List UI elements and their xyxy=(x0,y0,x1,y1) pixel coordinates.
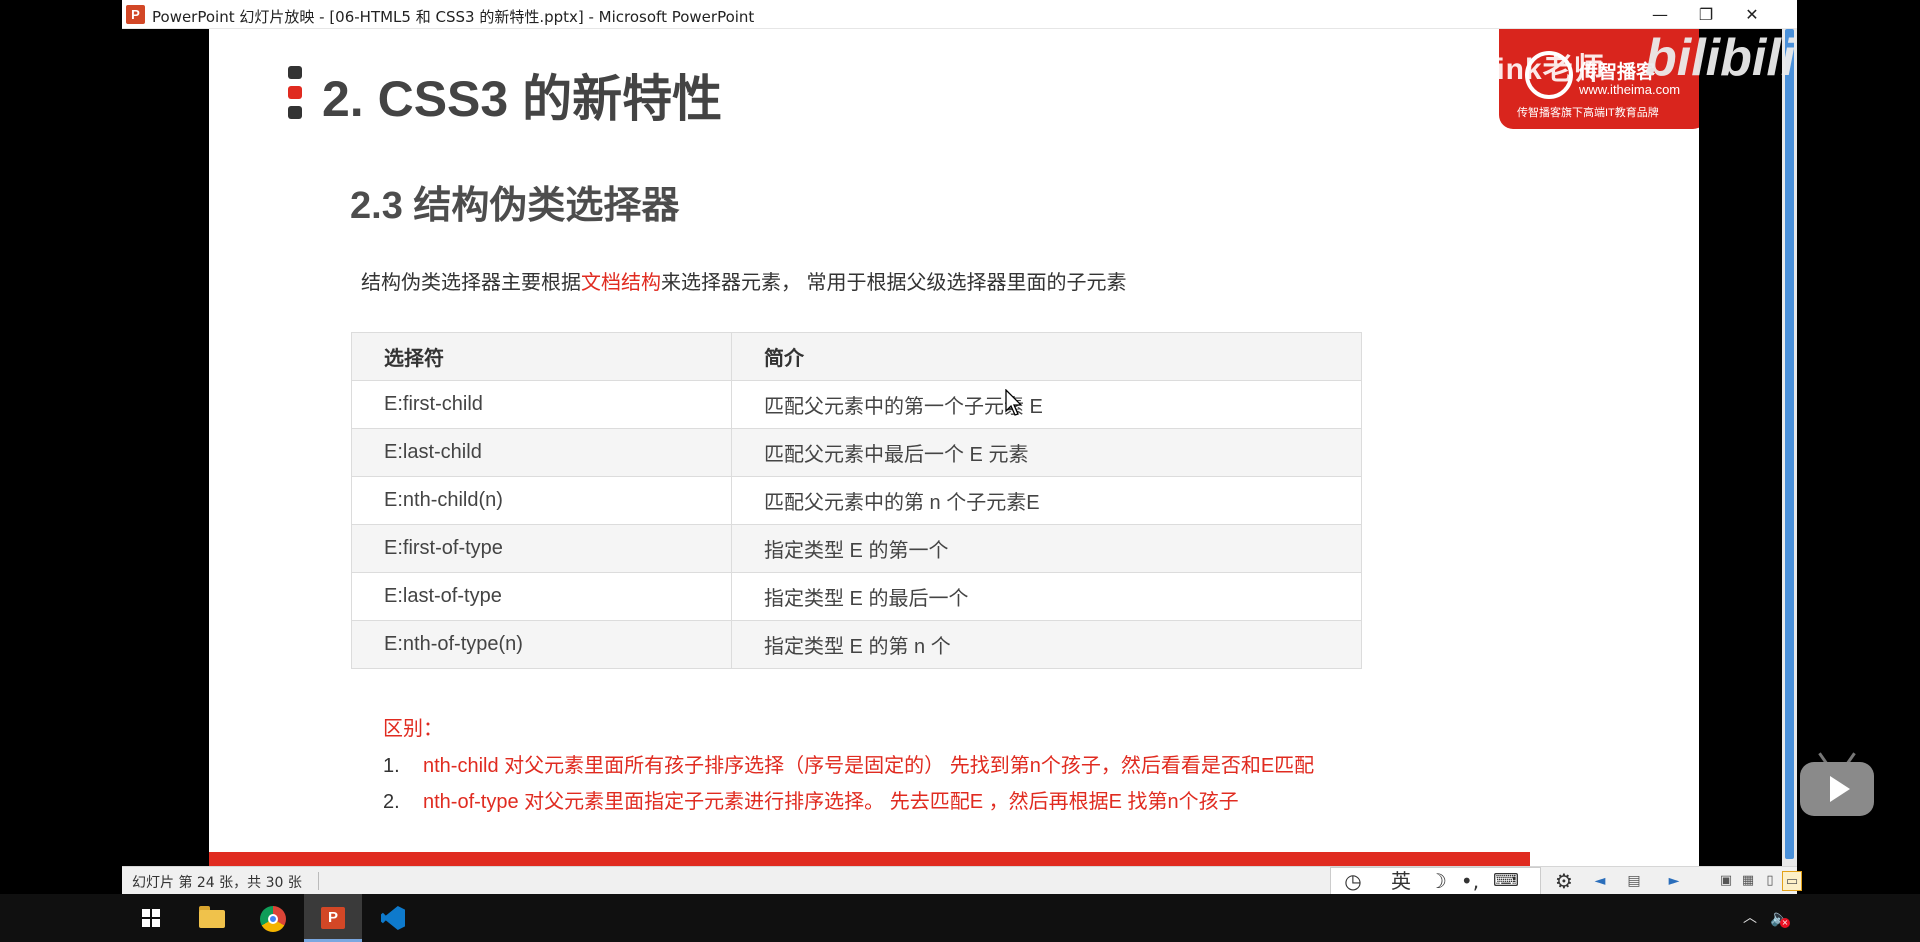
volume-icon[interactable]: 🔈 × xyxy=(1768,906,1792,930)
table-cell-selector: E:nth-of-type(n) xyxy=(351,620,732,669)
ime-toolbar: ◷ 英 ☽ •, ⌨ ⚙ xyxy=(1330,867,1573,895)
intro-text-highlight: 文档结构 xyxy=(581,272,661,294)
table-row: E:first-child 匹配父元素中的第一个子元素 E xyxy=(351,380,1362,429)
taskbar-vscode[interactable] xyxy=(364,894,422,942)
table-cell-description: 匹配父元素中的第一个子元素 E xyxy=(731,380,1362,429)
difference-item-text: nth-child 对父元素里面所有孩子排序选择（序号是固定的） 先找到第n个孩… xyxy=(423,755,1315,777)
intro-text: 结构伪类选择器主要根据文档结构来选择器元素， 常用于根据父级选择器里面的子元素 xyxy=(361,266,1127,295)
status-bar: 幻灯片 第 24 张，共 30 张 ◷ 英 ☽ •, ⌨ ⚙ ◄ ▤ ► ▣ ▦… xyxy=(122,866,1802,895)
previous-slide-button[interactable]: ◄ xyxy=(1588,871,1612,891)
table-header-row: 选择符 简介 xyxy=(351,332,1362,381)
powerpoint-app-icon[interactable]: P xyxy=(126,5,145,24)
scrollbar-thumb[interactable] xyxy=(1785,29,1794,859)
ime-language-toggle[interactable]: 英 xyxy=(1387,870,1415,892)
ime-keyboard-icon[interactable]: ⌨ xyxy=(1491,870,1521,892)
next-slide-button[interactable]: ► xyxy=(1662,871,1686,891)
reading-view-button[interactable]: ▯ xyxy=(1760,871,1780,891)
table-cell-description: 指定类型 E 的最后一个 xyxy=(731,572,1362,621)
powerpoint-icon: P xyxy=(321,907,345,929)
table-row: E:nth-of-type(n) 指定类型 E 的第 n 个 xyxy=(351,620,1362,669)
minimize-button[interactable]: — xyxy=(1637,0,1683,29)
vertical-scrollbar[interactable] xyxy=(1782,29,1797,866)
letterbox-left xyxy=(122,29,209,866)
table-cell-description: 匹配父元素中的第 n 个子元素E xyxy=(731,476,1362,525)
mouse-cursor-icon xyxy=(1005,389,1023,416)
vscode-icon xyxy=(381,906,405,930)
taskbar: P ︿ 🔈 × xyxy=(0,894,1920,942)
intro-text-before: 结构伪类选择器主要根据 xyxy=(361,272,581,294)
ime-settings-icon[interactable]: ⚙ xyxy=(1551,870,1577,892)
table-cell-selector: E:last-child xyxy=(351,428,732,477)
difference-item-number: 2. xyxy=(383,791,400,813)
table-cell-description: 指定类型 E 的第一个 xyxy=(731,524,1362,573)
letterbox-right xyxy=(1699,29,1782,866)
mute-badge-icon: × xyxy=(1780,918,1790,928)
play-icon xyxy=(1830,776,1850,802)
taskbar-file-explorer[interactable] xyxy=(183,894,241,942)
table-cell-selector: E:first-child xyxy=(351,380,732,429)
folder-icon xyxy=(199,910,225,928)
selector-table: 选择符 简介 E:first-child 匹配父元素中的第一个子元素 E E:l… xyxy=(351,332,1362,669)
table-cell-selector: E:first-of-type xyxy=(351,524,732,573)
slide-heading: 2. CSS3 的新特性 xyxy=(322,71,723,127)
powerpoint-window: P PowerPoint 幻灯片放映 - [06-HTML5 和 CSS3 的新… xyxy=(122,0,1797,866)
slideshow-view-button[interactable]: ▭ xyxy=(1782,871,1802,891)
chrome-icon xyxy=(260,906,286,932)
section-heading: 2.3 结构伪类选择器 xyxy=(350,185,680,227)
windows-logo-icon xyxy=(142,909,160,927)
heading-marker-icon xyxy=(288,66,302,119)
video-player-icon[interactable] xyxy=(1800,752,1874,816)
ime-clock-icon[interactable]: ◷ xyxy=(1339,870,1367,892)
window-title: PowerPoint 幻灯片放映 - [06-HTML5 和 CSS3 的新特性… xyxy=(152,8,755,26)
difference-item-text: nth-of-type 对父元素里面指定子元素进行排序选择。 先去匹配E ，然后… xyxy=(423,791,1239,813)
taskbar-powerpoint[interactable]: P xyxy=(304,894,362,942)
watermark-text: 黑马程序员pink老师 xyxy=(1322,53,1605,86)
difference-label: 区别： xyxy=(383,718,443,740)
taskbar-chrome[interactable] xyxy=(244,894,302,942)
difference-item: 1. nth-child 对父元素里面所有孩子排序选择（序号是固定的） 先找到第n… xyxy=(383,749,1314,778)
brand-tagline: 传智播客旗下高端IT教育品牌 xyxy=(1517,107,1659,119)
ime-halfwidth-icon[interactable]: ☽ xyxy=(1425,870,1451,892)
intro-text-after: 来选择器元素， 常用于根据父级选择器里面的子元素 xyxy=(661,272,1127,294)
slide-footer-bar xyxy=(209,852,1530,866)
screen: P PowerPoint 幻灯片放映 - [06-HTML5 和 CSS3 的新… xyxy=(0,0,1920,942)
table-cell-description: 指定类型 E 的第 n 个 xyxy=(731,620,1362,669)
status-divider xyxy=(318,872,319,890)
table-cell-selector: E:last-of-type xyxy=(351,572,732,621)
table-row: E:last-child 匹配父元素中最后一个 E 元素 xyxy=(351,428,1362,477)
restore-button[interactable]: ❐ xyxy=(1683,0,1729,29)
slide[interactable]: 2. CSS3 的新特性 2.3 结构伪类选择器 结构伪类选择器主要根据文档结构… xyxy=(209,29,1699,866)
close-button[interactable]: ✕ xyxy=(1729,0,1775,29)
table-header-selector: 选择符 xyxy=(351,332,732,381)
table-row: E:first-of-type 指定类型 E 的第一个 xyxy=(351,524,1362,573)
normal-view-button[interactable]: ▣ xyxy=(1716,871,1736,891)
title-bar: P PowerPoint 幻灯片放映 - [06-HTML5 和 CSS3 的新… xyxy=(122,0,1797,29)
slide-menu-button[interactable]: ▤ xyxy=(1622,871,1646,891)
bilibili-logo: bilibili xyxy=(1645,29,1796,87)
ime-punctuation-icon[interactable]: •, xyxy=(1457,870,1483,892)
slide-counter: 幻灯片 第 24 张，共 30 张 xyxy=(132,875,302,891)
slide-sorter-button[interactable]: ▦ xyxy=(1738,871,1758,891)
difference-item-number: 1. xyxy=(383,755,400,777)
table-cell-description: 匹配父元素中最后一个 E 元素 xyxy=(731,428,1362,477)
difference-item: 2. nth-of-type 对父元素里面指定子元素进行排序选择。 先去匹配E ，… xyxy=(383,785,1239,814)
table-header-description: 简介 xyxy=(731,332,1362,381)
table-row: E:nth-child(n) 匹配父元素中的第 n 个子元素E xyxy=(351,476,1362,525)
tray-expand-icon[interactable]: ︿ xyxy=(1740,908,1760,928)
start-button[interactable] xyxy=(122,894,180,942)
table-cell-selector: E:nth-child(n) xyxy=(351,476,732,525)
table-row: E:last-of-type 指定类型 E 的最后一个 xyxy=(351,572,1362,621)
